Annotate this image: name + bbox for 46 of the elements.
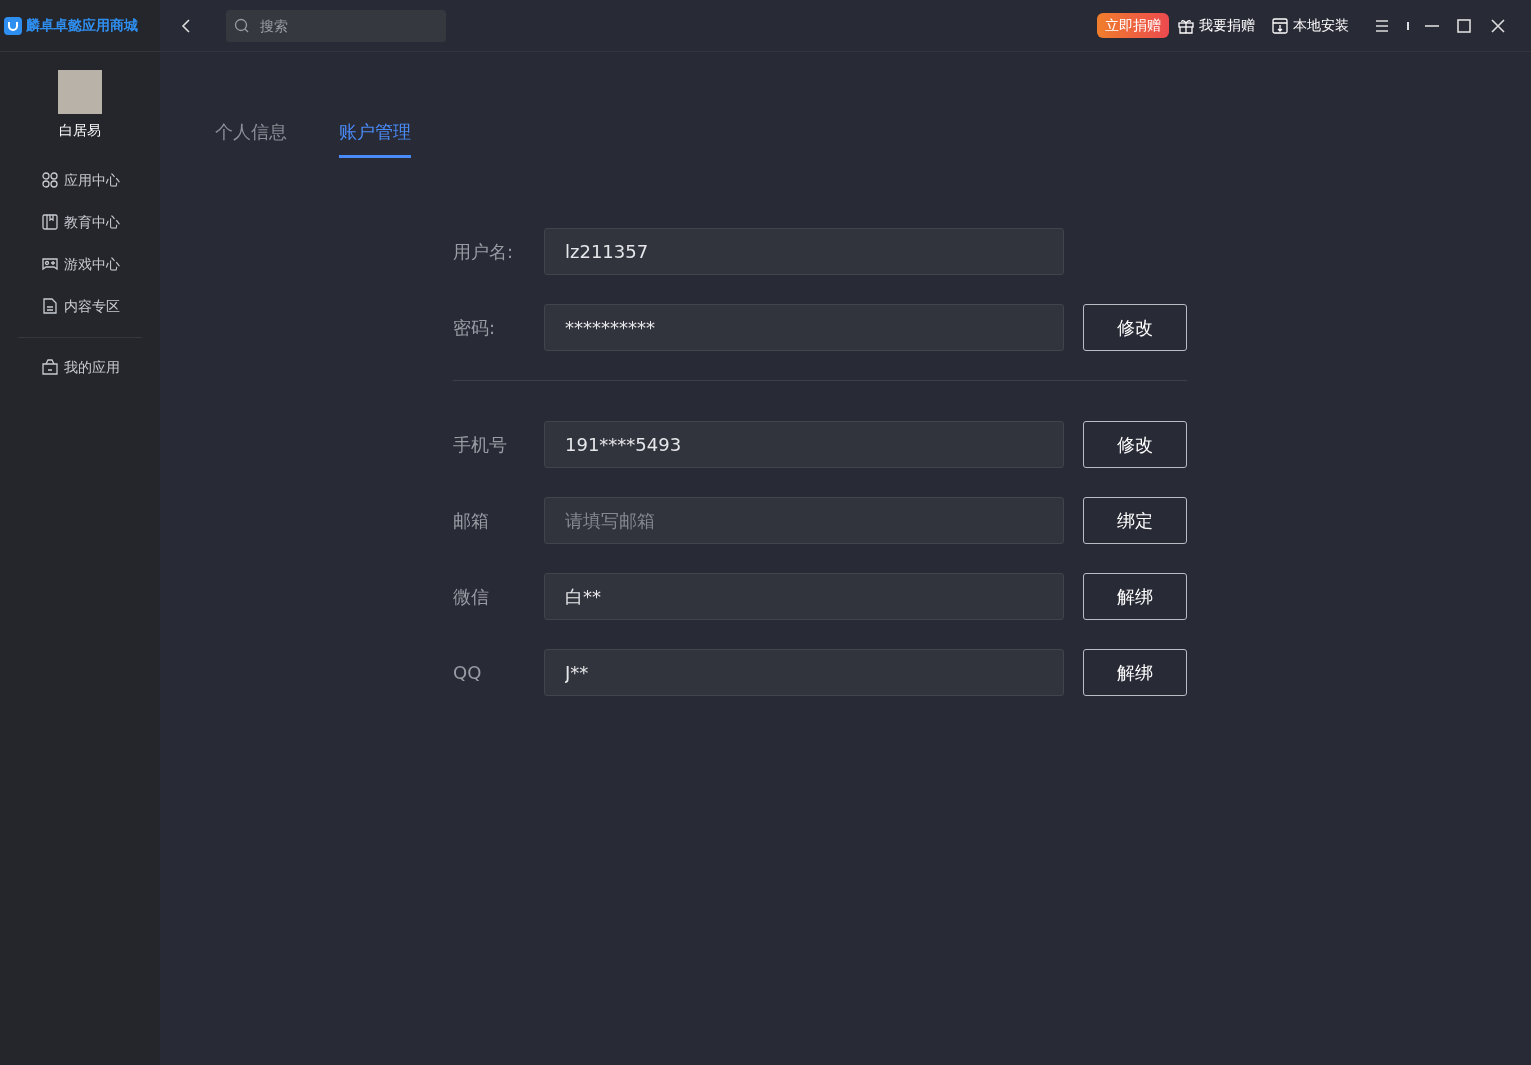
minimize-button[interactable]	[1425, 24, 1439, 27]
input-field[interactable]: lz211357	[544, 228, 1064, 275]
search-field[interactable]: 搜索	[226, 9, 446, 42]
maximize-icon	[1455, 16, 1473, 35]
app-name: 麟卓卓懿应用商城	[26, 16, 138, 35]
logo-icon	[4, 16, 22, 35]
bag-icon	[40, 358, 59, 376]
input-field[interactable]: **********	[544, 304, 1064, 351]
action-button[interactable]: 解绑	[1083, 649, 1187, 696]
action-button[interactable]: 绑定	[1083, 497, 1187, 544]
sidebar-item[interactable]: 教育中心	[40, 201, 120, 243]
action-button[interactable]: 修改	[1083, 421, 1187, 468]
avatar-photo-placeholder	[58, 70, 102, 114]
field-label: 手机号	[453, 433, 508, 457]
document-icon	[40, 297, 59, 315]
divider-icon	[1407, 21, 1409, 30]
sidebar-item[interactable]: 游戏中心	[40, 243, 120, 285]
action-button[interactable]: 解绑	[1083, 573, 1187, 620]
tab[interactable]: 个人信息	[215, 118, 287, 158]
download-box-icon	[1271, 16, 1289, 35]
divider-button[interactable]	[1407, 21, 1409, 30]
input-field[interactable]: 白**	[544, 573, 1064, 620]
book-icon	[40, 213, 59, 231]
sidebar-item[interactable]: 内容专区	[40, 285, 120, 327]
sidebar-item[interactable]: 应用中心	[40, 159, 120, 201]
user-name: 白居易	[59, 121, 101, 140]
field-label: 用户名:	[453, 240, 515, 264]
action-button[interactable]: 修改	[1083, 304, 1187, 351]
minimize-icon	[1425, 24, 1439, 27]
local-install-button[interactable]: 本地安装	[1271, 15, 1349, 36]
close-icon	[1489, 16, 1507, 35]
donate-button[interactable]: 我要捐赠	[1177, 15, 1255, 36]
input-field[interactable]: 191****5493	[544, 421, 1064, 468]
chevron-left-icon	[180, 17, 192, 35]
field-label: 密码:	[453, 316, 497, 340]
field-label: 微信	[453, 585, 490, 609]
sidebar-item[interactable]: 我的应用	[40, 346, 120, 388]
gamepad-icon	[40, 255, 59, 273]
close-button[interactable]	[1489, 16, 1507, 35]
tab[interactable]: 账户管理	[339, 118, 411, 158]
field-label: 邮箱	[453, 509, 490, 533]
field-label: QQ	[453, 661, 483, 685]
input-field[interactable]: 请填写邮箱	[544, 497, 1064, 544]
maximize-button[interactable]	[1455, 16, 1473, 35]
grid-icon	[40, 171, 59, 189]
search-icon	[234, 17, 250, 34]
